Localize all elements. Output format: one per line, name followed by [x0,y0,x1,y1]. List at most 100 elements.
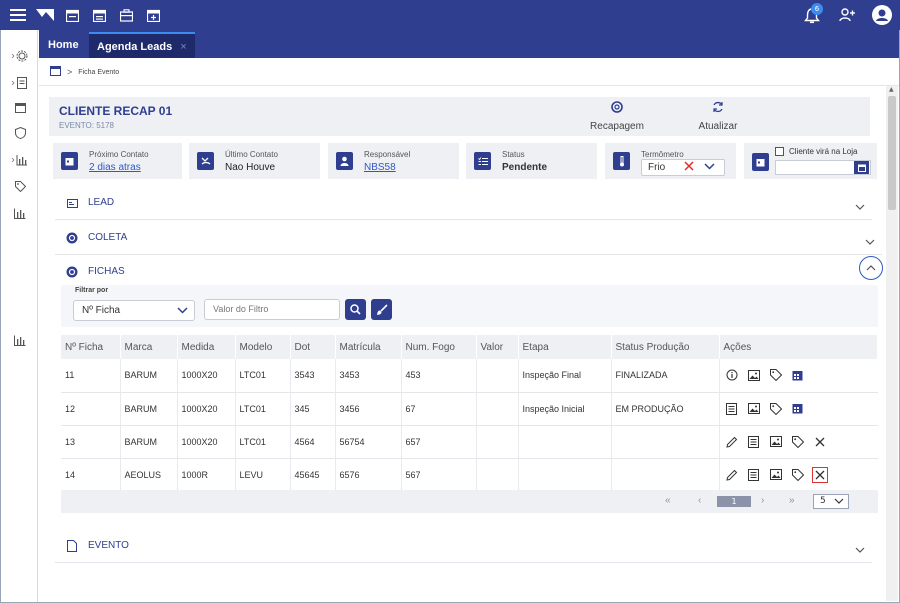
search-button[interactable] [345,299,366,320]
table-row[interactable]: 14 AEOLUS 1000R LEVU 45645 6576 567 [61,458,878,492]
last-page-button[interactable]: » [789,495,795,506]
tag-icon[interactable] [768,401,784,417]
avatar[interactable] [870,0,894,30]
tab-close-icon[interactable]: × [180,41,186,53]
chevron-down-icon[interactable] [855,196,865,215]
briefcase-icon[interactable] [117,6,135,24]
section-coleta[interactable]: COLETA [55,221,882,255]
info-icon[interactable] [724,367,740,383]
table-row[interactable]: 12 BARUM 1000X20 LTC01 345 3456 67 Inspeção Ini… [61,392,878,426]
list-icon[interactable] [724,401,740,417]
column-header[interactable]: Medida [177,335,236,359]
prev-page-button[interactable]: ‹ [698,495,701,506]
image-icon[interactable] [746,401,762,417]
logo-icon[interactable] [36,6,54,24]
analytics-icon[interactable] [9,331,31,349]
scroll-up-icon[interactable]: ▲ [889,86,894,93]
date-picker-icon[interactable] [854,161,869,174]
notifications-button[interactable]: 6 [800,0,828,30]
chart-icon[interactable] [9,151,31,169]
edit-icon[interactable] [724,434,740,450]
notification-badge: 6 [811,3,823,15]
tag-icon[interactable] [9,177,31,195]
responsavel-link[interactable]: NBS58 [364,162,396,173]
tab-bar: Home Agenda Leads × [39,30,899,58]
filter-label: Filtrar por [75,287,109,294]
fichas-table: Nº Ficha Marca Medida Modelo Dot Matrícu… [61,335,878,492]
chevron-up-icon[interactable] [859,256,883,280]
menu-icon[interactable] [9,6,27,24]
tag-icon[interactable] [790,434,806,450]
divider [39,85,899,86]
column-header[interactable]: Status Produção [611,335,720,359]
column-header[interactable]: Marca [120,335,178,359]
card-label: Status [502,150,525,159]
atualizar-button[interactable]: Atualizar [692,101,744,132]
section-title: EVENTO [88,540,129,551]
column-header[interactable]: Etapa [518,335,612,359]
table-cell: 3453 [335,359,402,393]
table-row[interactable]: 11 BARUM 1000X20 LTC01 3543 3453 453 Inspeção F… [61,359,878,393]
proximo-contato-link[interactable]: 2 dias atras [89,162,141,173]
card-termometro: Termômetro Frio [605,143,736,179]
image-icon[interactable] [768,434,784,450]
table-cell: 453 [401,359,477,393]
document-icon[interactable] [9,74,31,92]
column-header[interactable]: Nº Ficha [61,335,121,359]
cliente-loja-checkbox[interactable] [775,147,784,156]
column-header[interactable]: Valor [476,335,519,359]
section-title: LEAD [88,197,115,208]
first-page-button[interactable]: « [665,495,671,506]
close-icon[interactable] [812,434,828,450]
add-user-icon[interactable] [836,0,858,30]
report-icon[interactable] [9,204,31,222]
calendar-icon[interactable] [790,367,806,383]
clear-icon[interactable] [684,161,694,176]
table-cell [476,359,519,393]
recapagem-label: Recapagem [590,121,644,132]
chevron-down-icon[interactable] [704,161,715,176]
tag-icon[interactable] [768,367,784,383]
calendar-icon[interactable] [63,6,81,24]
chevron-down-icon[interactable] [855,539,865,558]
image-icon[interactable] [768,467,784,483]
clear-filter-button[interactable] [371,299,392,320]
calendar-add-icon[interactable] [144,6,162,24]
section-fichas[interactable]: FICHAS [55,255,883,289]
scrollbar-thumb[interactable] [888,96,896,210]
list-icon[interactable] [746,467,762,483]
column-header[interactable]: Matrícula [335,335,402,359]
filter-select[interactable]: Nº Ficha [73,300,195,321]
phone-missed-icon [197,152,214,170]
calendar-icon[interactable] [790,401,806,417]
table-cell: 1000X20 [177,392,236,426]
column-header[interactable]: Modelo [235,335,291,359]
list-icon[interactable] [746,434,762,450]
close-icon[interactable] [811,466,828,483]
tag-icon[interactable] [790,467,806,483]
edit-icon[interactable] [724,467,740,483]
image-icon[interactable] [746,367,762,383]
termometro-select[interactable]: Frio [641,159,725,176]
table-cell: 45645 [290,458,336,492]
tab-home[interactable]: Home [48,32,79,58]
tab-agenda-leads[interactable]: Agenda Leads × [89,32,195,58]
current-page[interactable]: 1 [717,496,751,507]
column-header[interactable]: Num. Fogo [401,335,477,359]
section-evento[interactable]: EVENTO [55,529,872,563]
shield-icon[interactable] [9,124,31,142]
column-header[interactable]: Dot [290,335,336,359]
settings-icon[interactable] [9,47,31,65]
page-size-select[interactable]: 5 [813,494,849,509]
table-row[interactable]: 13 BARUM 1000X20 LTC01 4564 56754 657 [61,425,878,459]
breadcrumb-calendar-icon[interactable] [50,66,61,78]
next-page-button[interactable]: › [761,495,764,506]
section-lead[interactable]: LEAD [55,186,872,220]
calendar-list-icon[interactable] [90,6,108,24]
cliente-loja-label: Cliente virá na Loja [789,147,858,156]
chevron-down-icon[interactable] [865,231,875,250]
filter-input[interactable]: Valor do Filtro [204,299,340,320]
table-cell: EM PRODUÇÃO [611,392,720,426]
recapagem-button[interactable]: Recapagem [588,101,646,132]
calendar-icon[interactable] [9,98,31,116]
